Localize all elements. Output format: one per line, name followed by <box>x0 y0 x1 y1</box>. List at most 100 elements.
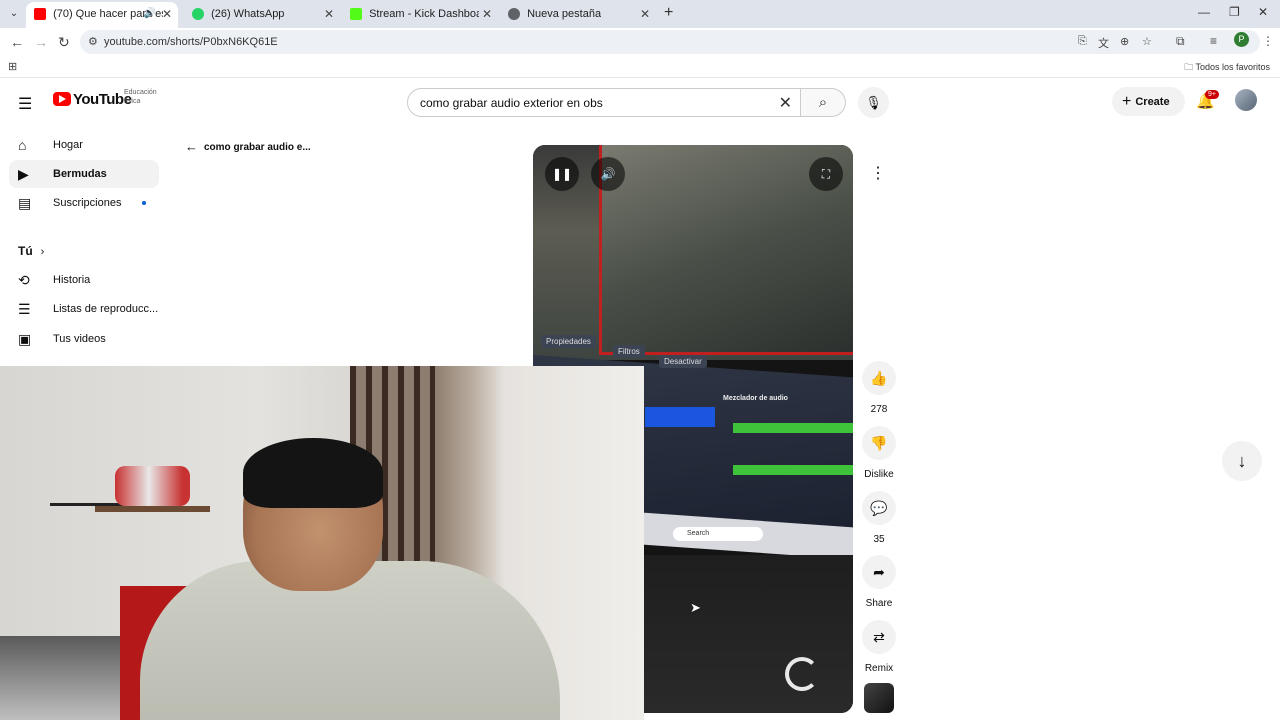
apps-grid-icon[interactable]: ⊞ <box>8 60 17 73</box>
site-info-icon[interactable]: ⚙ <box>88 35 98 48</box>
browser-menu-icon[interactable]: ⋮ <box>1262 34 1274 48</box>
sidebar-item-shorts[interactable]: ▶ Bermudas <box>9 160 159 188</box>
back-to-results-link[interactable]: ← como grabar audio e... <box>185 139 311 154</box>
video-audio-meter <box>733 423 853 433</box>
sidebar-section-you[interactable]: Tú › <box>18 244 44 258</box>
video-audio-meter <box>733 465 853 475</box>
profile-avatar[interactable]: P <box>1234 32 1249 47</box>
youtube-logo-icon[interactable] <box>53 92 71 106</box>
create-button[interactable]: + Create <box>1112 87 1185 116</box>
account-avatar[interactable] <box>1235 89 1257 111</box>
tab-title: Nueva pestaña <box>527 8 602 21</box>
speaker-icon[interactable]: 🔊 <box>144 2 156 26</box>
all-bookmarks-folder[interactable]: 🗀 Todos los favoritos <box>1184 60 1270 76</box>
video-obs-tab: Filtros <box>613 345 645 358</box>
your-videos-icon: ▣ <box>18 331 32 347</box>
playlist-icon: ☰ <box>18 301 31 317</box>
share-button[interactable]: ➦ Share <box>860 555 898 609</box>
remix-button[interactable]: ⇄ Remix <box>860 620 898 674</box>
webcam-overlay <box>0 366 644 720</box>
close-tab-icon[interactable]: ✕ <box>324 2 334 26</box>
video-mixer-label: Mezclador de audio <box>723 395 788 402</box>
close-tab-icon[interactable]: ✕ <box>482 2 492 26</box>
back-arrow-icon[interactable]: ← <box>10 34 24 50</box>
whatsapp-favicon-icon <box>192 8 204 21</box>
sidebar-item-your-videos[interactable]: ▣ Tus videos <box>9 325 159 353</box>
search-query-text[interactable]: como grabar audio exterior en obs <box>420 96 603 110</box>
browser-tab-new[interactable]: Nueva pestaña ✕ <box>500 2 656 28</box>
reload-icon[interactable]: ↻ <box>58 34 70 51</box>
youtube-header: ☰ YouTube Educación física como grabar a… <box>0 80 1280 124</box>
search-button[interactable]: ⌕ <box>801 88 846 117</box>
bookmarks-bar: ⊞ 🗀 Todos los favoritos <box>0 56 1280 78</box>
zoom-icon[interactable]: ⊕ <box>1120 35 1129 48</box>
chevron-right-icon: › <box>40 246 45 258</box>
fullscreen-icon[interactable]: ⛶ <box>809 157 843 191</box>
search-icon: ⌕ <box>818 94 828 111</box>
search-input[interactable]: como grabar audio exterior en obs ✕ <box>407 88 801 117</box>
audio-thumbnail[interactable] <box>864 683 894 713</box>
url-text[interactable]: youtube.com/shorts/P0bxN6KQ61E <box>104 36 278 48</box>
like-button[interactable]: 👍 278 <box>860 361 898 415</box>
mouse-cursor-icon: ➤ <box>690 600 701 615</box>
more-options-icon[interactable]: ⋮ <box>862 158 894 190</box>
pause-icon[interactable]: ❚❚ <box>545 157 579 191</box>
tab-title: (26) WhatsApp <box>211 8 285 21</box>
kick-favicon-icon <box>350 8 362 21</box>
translate-icon[interactable]: 文 <box>1098 35 1109 51</box>
volume-icon[interactable]: 🔊 <box>591 157 625 191</box>
sidebar-item-history[interactable]: ⟲ Historia <box>9 266 159 294</box>
comments-button[interactable]: 💬 35 <box>860 491 898 545</box>
shorts-icon: ▶ <box>18 166 29 182</box>
remix-label: Remix <box>864 663 894 674</box>
tab-search-chevron-icon[interactable]: ⌄ <box>6 6 22 22</box>
browser-tab-youtube[interactable]: (70) Que hacer para escuch 🔊 ✕ <box>26 2 178 28</box>
close-tab-icon[interactable]: ✕ <box>640 2 650 26</box>
sidebar-item-label: Bermudas <box>53 168 107 180</box>
video-laptop-keyboard <box>643 555 853 713</box>
back-label: como grabar audio e... <box>204 142 311 153</box>
bookmark-star-icon[interactable]: ☆ <box>1142 35 1152 48</box>
voice-search-mic-icon[interactable]: 🎙 <box>858 87 889 118</box>
back-arrow-icon: ← <box>185 139 198 154</box>
extensions-icon[interactable]: ⧉ <box>1176 34 1185 49</box>
subscriptions-icon: ▤ <box>18 195 32 211</box>
history-icon: ⟲ <box>18 272 30 288</box>
forward-arrow-icon[interactable]: → <box>34 34 48 50</box>
loading-spinner-icon <box>785 657 819 691</box>
browser-tab-whatsapp[interactable]: (26) WhatsApp ✕ <box>184 2 340 28</box>
comment-icon: 💬 <box>862 491 896 525</box>
youtube-favicon-icon <box>34 8 46 21</box>
new-tab-plus-icon[interactable]: + <box>664 4 673 22</box>
youtube-wordmark[interactable]: YouTube <box>73 91 132 108</box>
share-label: Share <box>865 598 893 609</box>
chrome-favicon-icon <box>508 8 520 21</box>
restore-icon[interactable]: ❐ <box>1229 5 1240 19</box>
video-obs-tab: Propiedades <box>541 335 596 348</box>
media-controls-icon[interactable]: ≡ <box>1210 34 1217 48</box>
webcam-toy <box>115 466 190 506</box>
close-tab-icon[interactable]: ✕ <box>162 2 172 26</box>
browser-toolbar: ← → ↻ ⚙ youtube.com/shorts/P0bxN6KQ61E ⎘… <box>0 28 1280 56</box>
sidebar-item-playlists[interactable]: ☰ Listas de reproducc... <box>9 295 159 323</box>
tab-title: Stream - Kick Dashboard <box>369 8 479 21</box>
remix-icon: ⇄ <box>862 620 896 654</box>
minimize-icon[interactable]: — <box>1198 5 1210 19</box>
sidebar-item-label: Historia <box>53 274 91 286</box>
clear-search-icon[interactable]: ✕ <box>779 93 792 113</box>
hamburger-menu-icon[interactable]: ☰ <box>18 94 32 114</box>
video-selected-source <box>645 407 715 427</box>
like-count: 278 <box>870 404 888 415</box>
sidebar-item-subscriptions[interactable]: ▤ Suscripciones <box>9 189 159 217</box>
next-video-down-arrow-icon[interactable]: ↓ <box>1222 441 1262 481</box>
sidebar-item-label: Tus videos <box>53 333 106 345</box>
share-arrow-icon: ➦ <box>862 555 896 589</box>
address-bar[interactable]: ⚙ youtube.com/shorts/P0bxN6KQ61E ⎘ 文 ⊕ ☆ <box>80 30 1260 54</box>
sidebar-item-home[interactable]: ⌂ Hogar <box>9 131 159 159</box>
dislike-button[interactable]: 👎 Dislike <box>860 426 898 480</box>
browser-tab-kick[interactable]: Stream - Kick Dashboard ✕ <box>342 2 498 28</box>
video-taskbar-search: Search <box>673 527 763 541</box>
webcam-shelf <box>95 506 210 512</box>
install-app-icon[interactable]: ⎘ <box>1078 35 1087 48</box>
close-window-icon[interactable]: ✕ <box>1258 5 1268 19</box>
